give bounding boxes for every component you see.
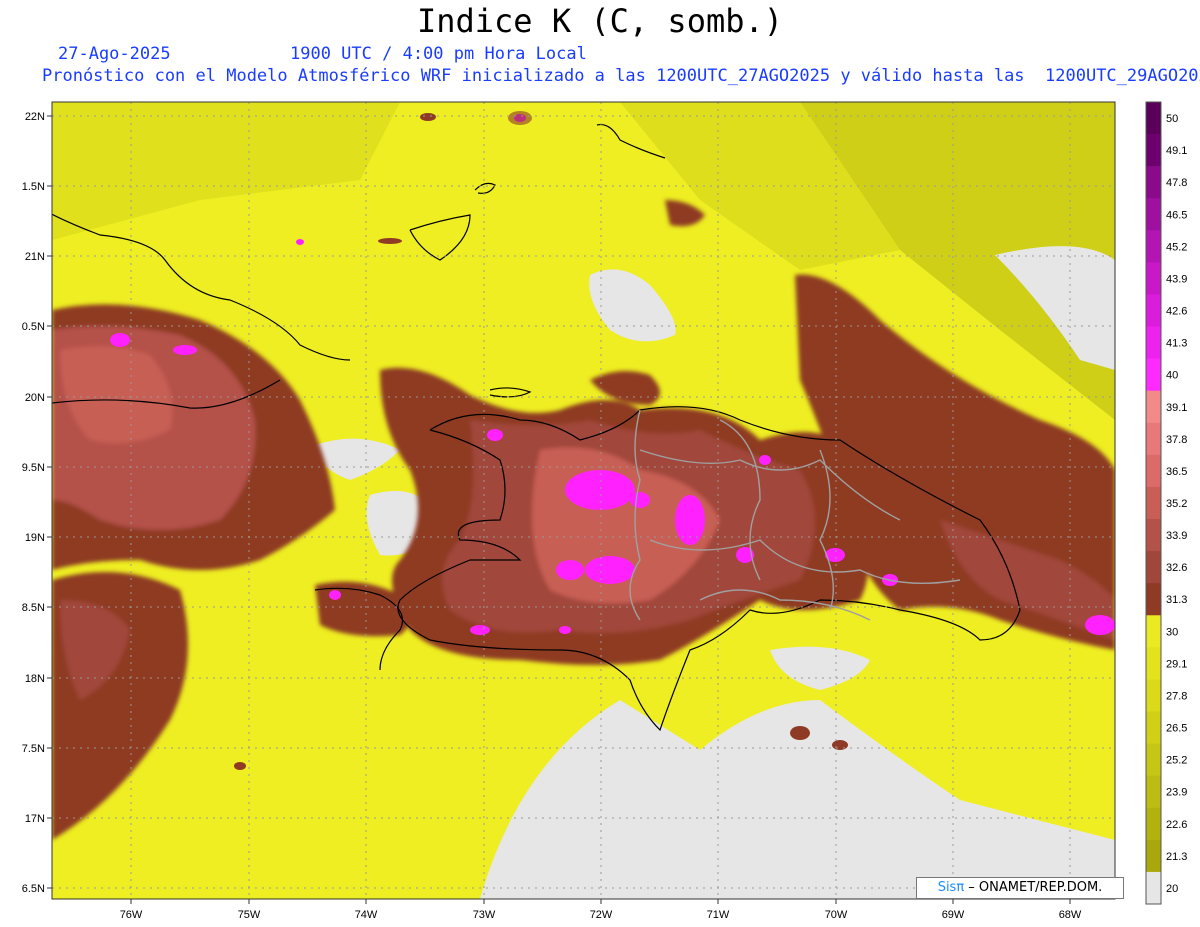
lon-label: 76W bbox=[120, 909, 143, 921]
lon-label: 74W bbox=[355, 909, 378, 921]
lat-label: 21N bbox=[25, 251, 45, 263]
legend-label: 47.8 bbox=[1166, 177, 1187, 189]
legend-swatch bbox=[1146, 871, 1161, 905]
legend-swatch bbox=[1146, 711, 1161, 745]
legend-swatch bbox=[1146, 583, 1161, 616]
legend-label: 23.9 bbox=[1166, 787, 1187, 799]
lat-label: 7.5N bbox=[22, 743, 45, 755]
legend-swatch bbox=[1146, 743, 1161, 777]
legend-swatch bbox=[1146, 230, 1161, 263]
legend-swatch bbox=[1146, 454, 1161, 488]
legend-label: 36.5 bbox=[1166, 466, 1187, 478]
legend-label: 50 bbox=[1166, 113, 1178, 125]
legend-swatch bbox=[1146, 358, 1161, 392]
legend-label: 26.5 bbox=[1166, 723, 1187, 735]
lat-label: 20N bbox=[25, 392, 45, 404]
legend-swatch bbox=[1146, 679, 1161, 713]
legend-swatch bbox=[1146, 390, 1161, 424]
legend-swatch bbox=[1146, 839, 1161, 873]
legend-label: 35.2 bbox=[1166, 498, 1187, 510]
legend-label: 20 bbox=[1166, 883, 1178, 895]
lat-label: 22N bbox=[25, 111, 45, 123]
lat-label: 9.5N bbox=[22, 462, 45, 474]
credit-text: – ONAMET/REP.DOM. bbox=[964, 880, 1103, 895]
legend-label: 37.8 bbox=[1166, 434, 1187, 446]
lat-label: 18N bbox=[25, 673, 45, 685]
legend-swatch bbox=[1146, 166, 1161, 199]
legend-label: 31.3 bbox=[1166, 594, 1187, 606]
legend-label: 39.1 bbox=[1166, 402, 1187, 414]
legend-label: 21.3 bbox=[1166, 851, 1187, 863]
legend-swatch bbox=[1146, 647, 1161, 680]
legend-swatch bbox=[1146, 551, 1161, 584]
legend-label: 40 bbox=[1166, 370, 1178, 382]
lat-label: 8.5N bbox=[22, 602, 45, 614]
k-index-map: 22N 1.5N 21N 0.5N 20N 9.5N 19N 8.5N 18N … bbox=[22, 101, 1187, 921]
sispi-logo: Sisπ bbox=[937, 880, 965, 895]
lat-label: 1.5N bbox=[22, 181, 45, 193]
legend-label: 32.6 bbox=[1166, 562, 1187, 574]
legend-label: 22.6 bbox=[1166, 819, 1187, 831]
legend-swatch bbox=[1146, 262, 1161, 295]
legend-swatch bbox=[1146, 102, 1161, 135]
legend-label: 29.1 bbox=[1166, 658, 1187, 670]
lon-label: 72W bbox=[590, 909, 613, 921]
legend-label: 41.3 bbox=[1166, 338, 1187, 350]
legend-label: 25.2 bbox=[1166, 755, 1187, 767]
lat-label: 6.5N bbox=[22, 883, 45, 895]
lon-label: 71W bbox=[707, 909, 730, 921]
legend-swatch bbox=[1146, 615, 1161, 648]
lat-label: 19N bbox=[25, 532, 45, 544]
legend-swatch bbox=[1146, 807, 1161, 841]
lat-label: 17N bbox=[25, 813, 45, 825]
lon-label: 68W bbox=[1059, 909, 1082, 921]
legend-swatch bbox=[1146, 422, 1161, 456]
credit-box: Sisπ – ONAMET/REP.DOM. bbox=[916, 877, 1124, 899]
legend-label: 42.6 bbox=[1166, 306, 1187, 318]
legend-label: 30 bbox=[1166, 626, 1178, 638]
color-legend: 50 49.1 47.8 46.5 45.2 43.9 42.6 41.3 40 39.1 37.8… bbox=[1145, 101, 1187, 905]
legend-label: 33.9 bbox=[1166, 530, 1187, 542]
legend-label: 27.8 bbox=[1166, 690, 1187, 702]
legend-swatch bbox=[1146, 775, 1161, 809]
legend-swatch bbox=[1146, 294, 1161, 328]
legend-label: 45.2 bbox=[1166, 241, 1187, 253]
legend-swatch bbox=[1146, 519, 1161, 552]
legend-label: 43.9 bbox=[1166, 273, 1187, 285]
lon-label: 69W bbox=[942, 909, 965, 921]
legend-label: 46.5 bbox=[1166, 209, 1187, 221]
lon-label: 75W bbox=[238, 909, 261, 921]
lon-label: 70W bbox=[825, 909, 848, 921]
legend-label: 49.1 bbox=[1166, 145, 1187, 157]
lon-label: 73W bbox=[473, 909, 496, 921]
lat-label: 0.5N bbox=[22, 321, 45, 333]
legend-swatch bbox=[1146, 134, 1161, 167]
legend-swatch bbox=[1146, 326, 1161, 360]
legend-swatch bbox=[1146, 486, 1161, 520]
legend-swatch bbox=[1146, 198, 1161, 231]
